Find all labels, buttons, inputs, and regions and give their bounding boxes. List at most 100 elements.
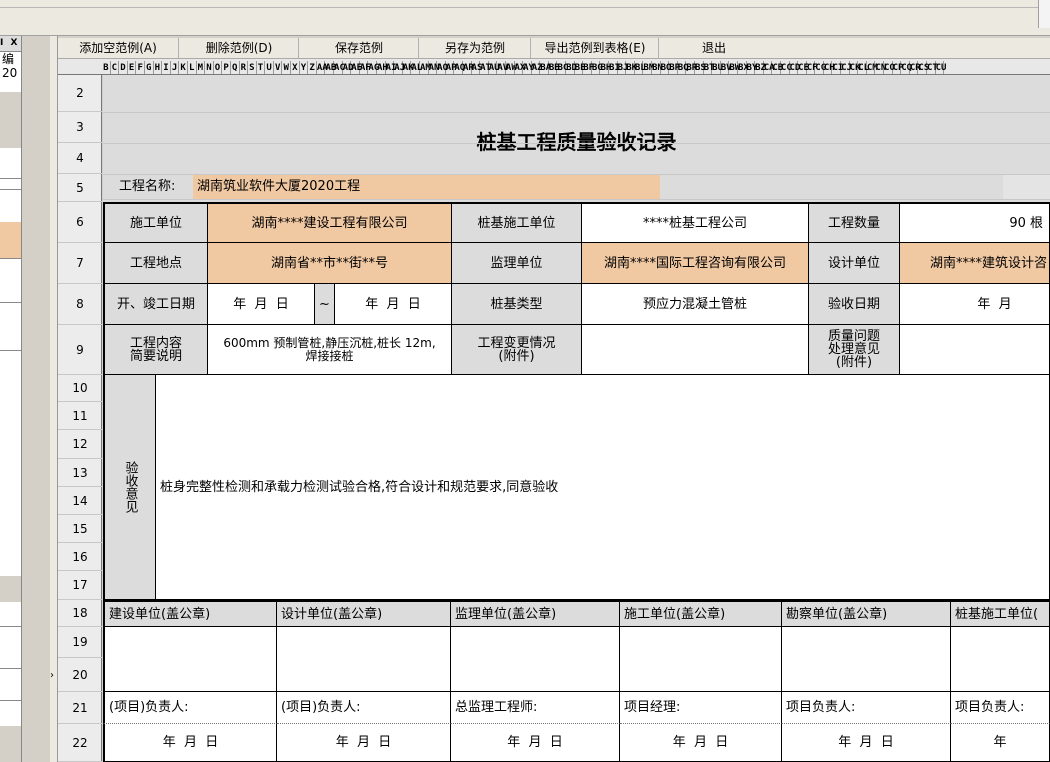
construction-unit-value[interactable]: 湖南****建设工程有限公司 [208,202,452,243]
column-header-cell[interactable]: BS [695,61,706,74]
column-header-cell[interactable]: E [128,61,137,74]
column-header-cell[interactable]: W [282,61,292,74]
project-name-value[interactable]: 湖南筑业软件大厦2020工程 [193,174,660,199]
row-header-cell[interactable]: 2 [58,75,102,112]
column-header-cell[interactable]: AQ [454,61,465,74]
row-header-cell[interactable]: 12 [58,430,102,459]
row-header-cell[interactable]: 5 [58,174,102,202]
column-header-cell[interactable]: BL [635,61,646,74]
column-header-cell[interactable]: O [214,61,223,74]
column-header-cell[interactable]: BJ [618,61,628,74]
column-header-cell[interactable]: Y [300,61,309,74]
row-header-cell[interactable]: 22 [58,724,102,762]
sign-stamp-area[interactable] [451,627,620,692]
save-as-example-button[interactable]: 另存为范例 [418,38,531,58]
column-header-cell[interactable]: AU [489,61,500,74]
delete-example-button[interactable]: 删除范例(D) [178,38,299,58]
column-header-cell[interactable]: AK [403,61,414,74]
design-value[interactable]: 湖南****建筑设计咨 [900,243,1050,284]
column-header-cell[interactable]: CO [884,61,895,74]
column-header-cell[interactable]: AY [523,61,534,74]
row-header-cell[interactable]: 19 [58,627,102,658]
column-header-cell[interactable]: CG [815,61,826,74]
column-header-cell[interactable]: BN [652,61,663,74]
column-header-cell[interactable]: G [145,61,154,74]
end-date-value[interactable]: 年 月 日 [335,284,452,325]
column-header-cell[interactable]: CN [875,61,886,74]
column-header-cell[interactable]: CA [764,61,775,74]
row-header-cell[interactable]: 9 [58,325,102,375]
column-header-cell[interactable]: BC [557,61,568,74]
column-header-cell[interactable]: BT [704,61,714,74]
column-header-cell[interactable]: CU [936,61,946,74]
row-header-cell[interactable]: 21 [58,692,102,724]
splitter[interactable] [23,36,50,762]
column-header-cell[interactable]: BW [729,61,740,74]
start-date-value[interactable]: 年 月 日 [208,284,315,325]
column-header-cell[interactable]: J [171,61,180,74]
column-header-cell[interactable]: AX [515,61,525,74]
column-header-cell[interactable]: R [240,61,249,74]
save-example-button[interactable]: 保存范例 [298,38,419,58]
column-header-cell[interactable]: AZ [532,61,543,74]
column-header-cell[interactable]: BI [609,61,620,74]
sign-date[interactable]: 年 月 日 [620,724,782,762]
row-header-cell[interactable]: 4 [58,143,102,174]
column-header-cell[interactable]: AO [437,61,448,74]
column-header-cell[interactable]: BK [626,61,637,74]
supervision-value[interactable]: 湖南****国际工程咨询有限公司 [582,243,809,284]
column-header-cell[interactable]: AC [334,61,345,74]
row-header-cell[interactable]: 18 [58,600,102,627]
opinion-value[interactable]: 桩身完整性检测和承载力检测试验合格,符合设计和规范要求,同意验收 [156,375,1050,600]
column-header-cell[interactable]: BG [592,61,603,74]
sign-date[interactable]: 年 月 日 [277,724,451,762]
column-header-cell[interactable]: Q [231,61,240,74]
sign-stamp-area[interactable] [951,627,1050,692]
row-header-cell[interactable]: 17 [58,571,102,600]
column-header-cell[interactable]: AG [368,61,379,74]
column-header-cell[interactable]: AW [506,61,517,74]
row-header-cell[interactable]: 15 [58,515,102,543]
column-header-cell[interactable]: AD [343,61,353,74]
row-header-cell[interactable]: 3 [58,112,102,143]
column-header-cell[interactable]: AF [360,61,371,74]
column-header-cell[interactable]: BR [686,61,697,74]
column-header-cell[interactable]: I [162,61,171,74]
column-header-cell[interactable]: BM [643,61,654,74]
column-header-cell[interactable]: BZ [755,61,766,74]
column-header-cell[interactable]: BU [712,61,723,74]
column-header-cell[interactable]: BP [669,61,680,74]
sign-date[interactable]: 年 [951,724,1050,762]
column-header-cell[interactable]: AJ [394,61,405,74]
column-header-cell[interactable]: CM [867,61,878,74]
column-header-cell[interactable]: AI [386,61,396,74]
column-header-cell[interactable]: K [179,61,188,74]
column-header-cell[interactable]: CP [893,61,903,74]
export-example-button[interactable]: 导出范例到表格(E) [530,38,659,58]
column-header-cell[interactable]: BX [738,61,749,74]
column-header-cell[interactable]: CK [850,61,861,74]
row-header-cell[interactable]: 13 [58,459,102,487]
column-header-cell[interactable]: AA [317,61,328,74]
content-value[interactable]: 600mm 预制管桩,静压沉桩,桩长 12m, 焊接接桩 [208,325,452,375]
column-header-cell[interactable]: AR [463,61,474,74]
change-value[interactable] [582,325,809,375]
sign-date[interactable]: 年 月 日 [451,724,620,762]
column-header-cell[interactable]: T [257,61,266,74]
column-header-cell[interactable]: V [274,61,283,74]
column-header-cell[interactable]: CE [798,61,809,74]
column-header-cell[interactable]: AL [411,61,422,74]
column-header-cell[interactable]: B [102,61,111,74]
row-header-cell[interactable]: 20 [58,658,102,692]
sign-stamp-area[interactable] [782,627,951,692]
left-list-pane[interactable]: I X 编 20 [0,36,22,762]
column-header-cell[interactable]: F [136,61,145,74]
column-header-cell[interactable]: CT [927,61,938,74]
quantity-value[interactable]: 90 根 [900,202,1050,243]
exit-button[interactable]: 退出 [658,38,769,58]
column-header-cell[interactable]: CD [790,61,800,74]
column-header-cell[interactable]: AB [325,61,336,74]
column-header-cell[interactable]: CB [772,61,783,74]
column-header-cell[interactable]: BD [566,61,577,74]
column-header-cell[interactable]: BB [549,61,560,74]
